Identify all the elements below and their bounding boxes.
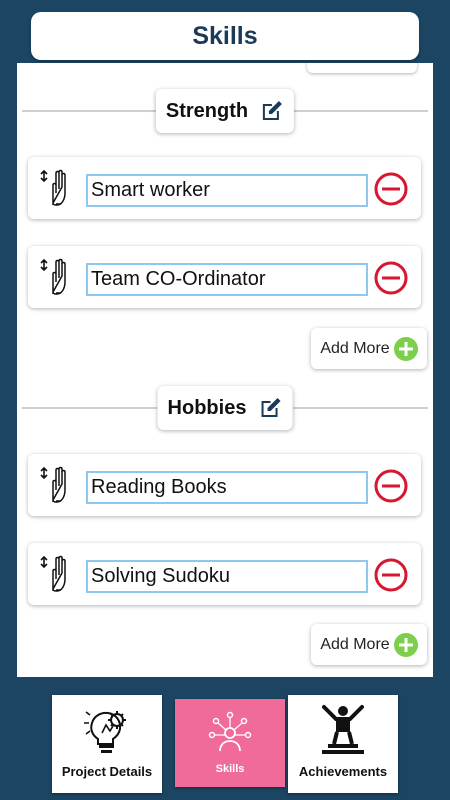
add-more-label: Add More — [320, 635, 390, 653]
drag-hand-icon[interactable] — [38, 553, 78, 597]
hobby-input[interactable] — [86, 471, 368, 504]
divider — [293, 407, 428, 409]
tab-achievements[interactable]: Achievements — [288, 695, 398, 793]
section-title: Strength — [165, 99, 249, 122]
header-bar: Skills — [31, 12, 419, 60]
tab-skills[interactable]: Skills — [175, 699, 285, 787]
tab-label: Achievements — [298, 764, 388, 779]
drag-hand-icon[interactable] — [38, 256, 78, 300]
drag-hand-icon[interactable] — [38, 464, 78, 508]
skill-item-card — [28, 157, 421, 219]
hobby-input[interactable] — [86, 560, 368, 593]
drag-hand-icon[interactable] — [38, 167, 78, 211]
edit-icon[interactable] — [258, 396, 282, 420]
page-title: Skills — [192, 21, 258, 50]
remove-item-icon[interactable] — [374, 261, 408, 295]
divider — [293, 110, 428, 112]
plus-circle-icon — [393, 632, 418, 657]
remove-item-icon[interactable] — [374, 558, 408, 592]
previous-card-edge — [307, 63, 417, 73]
edit-icon[interactable] — [260, 99, 284, 123]
person-network-icon — [208, 711, 252, 752]
skill-input[interactable] — [86, 174, 368, 207]
tab-label: Skills — [215, 763, 245, 775]
lightbulb-gear-icon — [84, 711, 126, 753]
add-more-button[interactable]: Add More — [311, 328, 427, 369]
divider — [22, 407, 157, 409]
hobby-item-card — [28, 543, 421, 605]
skills-panel: Strength Add More — [17, 63, 433, 677]
add-more-label: Add More — [320, 339, 390, 357]
section-title-chip: Hobbies — [157, 386, 293, 430]
plus-circle-icon — [393, 336, 418, 361]
divider — [22, 110, 157, 112]
hobby-item-card — [28, 454, 421, 516]
remove-item-icon[interactable] — [374, 172, 408, 206]
tab-project-details[interactable]: Project Details — [52, 695, 162, 793]
trophy-person-icon — [322, 705, 364, 754]
add-more-button[interactable]: Add More — [311, 624, 427, 665]
tab-label: Project Details — [61, 764, 153, 779]
section-title: Hobbies — [167, 396, 247, 419]
section-header-hobbies: Hobbies — [17, 386, 433, 430]
section-title-chip: Strength — [155, 89, 295, 133]
remove-item-icon[interactable] — [374, 469, 408, 503]
section-header-strength: Strength — [17, 89, 433, 133]
skill-input[interactable] — [86, 263, 368, 296]
skill-item-card — [28, 246, 421, 308]
